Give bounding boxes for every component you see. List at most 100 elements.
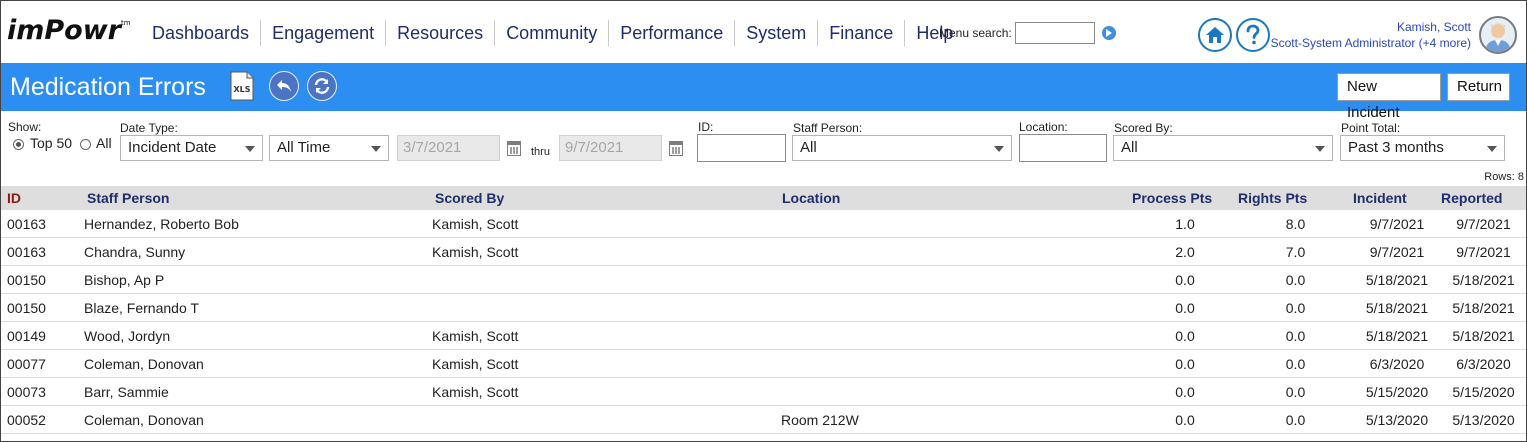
cell-id: 00150 [1,293,81,322]
scored-by-label: Scored By: [1114,121,1173,135]
nav-resources[interactable]: Resources [386,20,496,46]
top-navigation: imPowrtm Dashboards Engagement Resources… [1,1,1526,63]
cell-reported-date: 9/7/2021 [1441,210,1526,238]
cell-rights-pts: 8.0 [1238,210,1353,238]
go-arrow-icon[interactable] [1101,26,1116,40]
cell-process-pts: 0.0 [1132,321,1238,350]
scored-by-select[interactable]: All [1113,135,1333,161]
menu-search-input[interactable] [1014,22,1095,44]
period-value: All Time [277,139,331,156]
calendar-icon[interactable] [669,141,683,156]
date-type-select[interactable]: Incident Date [120,135,263,161]
app-logo[interactable]: imPowrtm [7,15,131,46]
menu-search: Menu search: [939,22,1116,44]
cell-scored-by [429,293,778,322]
cell-staff-person: Barr, Sammie [81,377,429,406]
location-input[interactable] [1019,134,1107,162]
col-header-location[interactable]: Location [778,186,1132,210]
cell-location [778,321,1132,350]
chevron-down-icon [994,146,1004,152]
nav-engagement[interactable]: Engagement [261,20,387,46]
table-row[interactable]: 00163 Chandra, Sunny Kamish, Scott 2.0 7.0 9/… [1,237,1526,266]
scored-by-value: All [1121,139,1138,156]
cell-incident-date: 5/18/2021 [1353,321,1441,350]
help-button[interactable] [1236,18,1270,52]
return-button[interactable]: Return [1447,73,1510,101]
show-label: Show: [8,120,42,134]
cell-rights-pts: 0.0 [1238,377,1353,406]
table-row[interactable]: 00052 Coleman, Donovan Room 212W 0.0 0.0 5/13… [1,405,1526,434]
nav-system[interactable]: System [735,20,819,46]
refresh-button[interactable] [307,71,337,101]
cell-location [778,237,1132,266]
page-title: Medication Errors [10,73,206,101]
table-row[interactable]: 00150 Bishop, Ap P 0.0 0.0 5/18/2021 5/18/202… [1,265,1526,294]
point-total-select[interactable]: Past 3 months [1340,135,1505,161]
user-avatar[interactable] [1479,16,1517,54]
menu-search-label: Menu search: [939,26,1012,40]
nav-community[interactable]: Community [495,20,610,46]
cell-incident-date: 5/15/2020 [1353,377,1441,406]
staff-person-select[interactable]: All [792,135,1012,161]
staff-person-label: Staff Person: [793,121,863,135]
home-button[interactable] [1198,18,1232,52]
cell-id: 00163 [1,237,81,266]
show-all-radio[interactable] [80,139,91,150]
user-role[interactable]: Scott-System Administrator (+4 more) [1271,35,1471,51]
date-type-value: Incident Date [128,139,217,156]
show-top50-radio[interactable] [13,139,24,150]
col-header-reported[interactable]: Reported [1441,186,1526,210]
back-arrow-icon [277,80,291,92]
col-header-incident[interactable]: Incident [1353,186,1441,210]
id-label: ID: [698,120,714,134]
nav-finance[interactable]: Finance [818,20,906,46]
cell-incident-date: 5/13/2020 [1353,405,1441,434]
nav-dashboards[interactable]: Dashboards [141,20,262,46]
cell-location [778,293,1132,322]
col-header-process-pts[interactable]: Process Pts [1132,186,1238,210]
table-row[interactable]: 00073 Barr, Sammie Kamish, Scott 0.0 0.0 5/15… [1,377,1526,406]
show-all-label[interactable]: All [96,135,112,151]
main-nav: Dashboards Engagement Resources Communit… [141,19,964,47]
location-label: Location: [1019,120,1068,134]
filter-bar: Show: Top 50 All Date Type: Incident Dat… [1,111,1526,173]
table-row[interactable]: 00150 Blaze, Fernando T 0.0 0.0 5/18/2021 5/1… [1,293,1526,322]
cell-location: Room 212W [778,405,1132,434]
cell-id: 00150 [1,265,81,294]
cell-process-pts: 0.0 [1132,405,1238,434]
table-row[interactable]: 00149 Wood, Jordyn Kamish, Scott 0.0 0.0 5/18… [1,321,1526,350]
chevron-down-icon [1487,146,1497,152]
date-to-input[interactable]: 9/7/2021 [559,135,662,161]
cell-incident-date: 9/7/2021 [1353,210,1441,238]
home-icon [1206,27,1224,43]
cell-rights-pts: 0.0 [1238,349,1353,378]
calendar-icon[interactable] [507,141,521,156]
col-header-staff-person[interactable]: Staff Person [81,186,429,210]
export-xls-icon[interactable]: XLS [229,71,255,101]
cell-staff-person: Wood, Jordyn [81,321,429,350]
cell-rights-pts: 0.0 [1238,293,1353,322]
period-select[interactable]: All Time [269,135,389,161]
id-input[interactable] [697,134,786,162]
nav-performance[interactable]: Performance [609,20,736,46]
cell-reported-date: 5/15/2020 [1441,377,1526,406]
table-row[interactable]: 00077 Coleman, Donovan Kamish, Scott 0.0 0.0… [1,349,1526,378]
table-row[interactable]: 00163 Hernandez, Roberto Bob Kamish, Scott… [1,210,1526,238]
show-top50-label[interactable]: Top 50 [30,135,72,151]
table-body: 00163 Hernandez, Roberto Bob Kamish, Scott… [1,210,1526,434]
col-header-id[interactable]: ID [1,186,81,210]
cell-rights-pts: 7.0 [1238,237,1353,266]
date-from-input[interactable]: 3/7/2021 [397,135,500,161]
col-header-rights-pts[interactable]: Rights Pts [1238,186,1353,210]
user-name[interactable]: Kamish, Scott [1271,19,1471,35]
cell-scored-by: Kamish, Scott [429,377,778,406]
back-arrow-button[interactable] [269,71,299,101]
chevron-down-icon [371,146,381,152]
cell-incident-date: 9/7/2021 [1353,237,1441,266]
user-info[interactable]: Kamish, Scott Scott-System Administrator… [1271,19,1471,51]
xls-label: XLS [233,85,250,94]
new-incident-button[interactable]: New Incident [1337,73,1441,121]
cell-id: 00073 [1,377,81,406]
thru-label: thru [531,146,550,158]
col-header-scored-by[interactable]: Scored By [429,186,778,210]
